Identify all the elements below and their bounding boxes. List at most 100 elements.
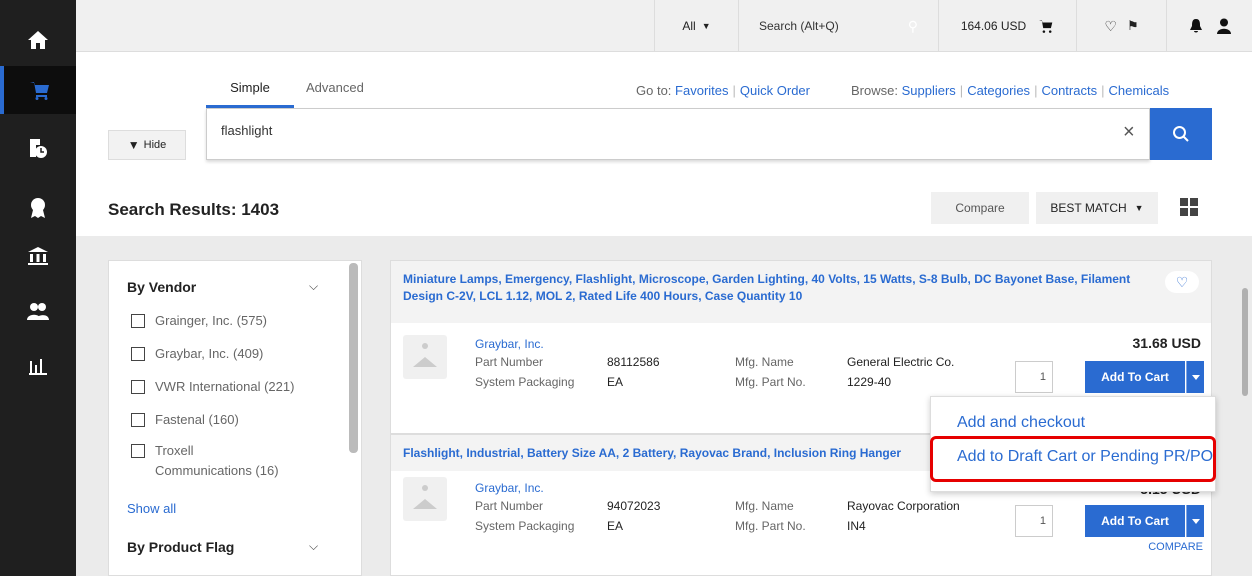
analytics-icon[interactable] (0, 342, 76, 390)
product-title[interactable]: Miniature Lamps, Emergency, Flashlight, … (391, 261, 1211, 323)
tab-advanced[interactable]: Advanced (306, 80, 364, 105)
orders-history-icon[interactable] (0, 124, 76, 172)
browse-suppliers-link[interactable]: Suppliers (902, 83, 956, 98)
goto-quick-order-link[interactable]: Quick Order (740, 83, 810, 98)
filter-icon: ▼ (127, 138, 140, 152)
checkbox[interactable] (131, 444, 145, 458)
search-query: flashlight (221, 123, 273, 138)
search-scope-value: All (682, 19, 696, 33)
packaging-label: System Packaging (475, 375, 575, 389)
product-image-placeholder (403, 335, 447, 379)
user-icon[interactable] (1216, 18, 1231, 34)
hide-filters-button[interactable]: ▼ Hide (108, 130, 186, 160)
mfg-part-value: IN4 (847, 519, 866, 533)
award-icon[interactable] (0, 184, 76, 232)
packaging-value: EA (607, 375, 624, 389)
quantity-input[interactable]: 1 (1015, 361, 1053, 393)
product-price: 31.68 USD (1132, 335, 1201, 351)
home-icon[interactable] (0, 16, 76, 64)
cart-icon[interactable] (1038, 19, 1054, 33)
part-number-value: 88112586 (607, 355, 660, 369)
product-image-placeholder (403, 477, 447, 521)
mfg-name-value: General Electric Co. (847, 355, 955, 369)
page-scrollbar[interactable] (1242, 288, 1248, 396)
vendor-option[interactable]: Troxell Communications (16) (131, 441, 291, 481)
chevron-down-icon[interactable]: ⌵ (309, 539, 318, 554)
clear-search-icon[interactable]: × (1123, 121, 1135, 144)
mfg-name-value: Rayovac Corporation (847, 499, 960, 513)
checkbox[interactable] (131, 413, 145, 427)
vendor-filter-heading[interactable]: By Vendor (127, 279, 196, 295)
mfg-part-label: Mfg. Part No. (735, 519, 806, 533)
vendor-option[interactable]: Graybar, Inc. (409) (131, 344, 331, 364)
quantity-input[interactable]: 1 (1015, 505, 1053, 537)
part-number-value: 94072023 (607, 499, 661, 513)
chevron-down-icon[interactable]: ⌵ (309, 279, 318, 294)
show-all-vendors-link[interactable]: Show all (127, 501, 176, 516)
shop-cart-icon[interactable] (0, 66, 76, 114)
heart-icon[interactable]: ♡ (1104, 18, 1117, 35)
compare-link[interactable]: COMPARE (1148, 541, 1203, 553)
checkbox[interactable] (131, 380, 145, 394)
vendor-option-label: Fastenal (160) (155, 412, 239, 427)
heart-icon[interactable]: ♡ (1165, 271, 1199, 293)
caret-down-icon (1191, 374, 1200, 380)
cart-options-toggle[interactable] (1186, 361, 1204, 393)
highlight-box (930, 436, 1216, 482)
packaging-value: EA (607, 519, 624, 533)
product-search-input[interactable]: flashlight × (206, 108, 1150, 160)
cart-summary[interactable]: 164.06 USD (938, 0, 1076, 52)
browse-categories-link[interactable]: Categories (967, 83, 1030, 98)
bank-icon[interactable] (0, 232, 76, 280)
chevron-down-icon: ▼ (1134, 203, 1144, 213)
vendor-option[interactable]: Fastenal (160) (131, 410, 331, 430)
compare-button[interactable]: Compare (931, 192, 1029, 224)
browse-chemicals-link[interactable]: Chemicals (1108, 83, 1169, 98)
product-flag-filter-heading[interactable]: By Product Flag (127, 539, 234, 555)
part-number-label: Part Number (475, 499, 544, 513)
bell-icon[interactable] (1189, 18, 1203, 34)
part-number-label: Part Number (475, 355, 544, 369)
chevron-down-icon: ▼ (701, 21, 711, 31)
add-to-cart-button[interactable]: Add To Cart (1085, 361, 1185, 393)
goto-favorites-link[interactable]: Favorites (675, 83, 728, 98)
mfg-name-label: Mfg. Name (735, 499, 794, 513)
goto-label: Go to: (636, 83, 672, 98)
sort-dropdown[interactable]: BEST MATCH ▼ (1036, 192, 1158, 224)
hide-filters-label: Hide (143, 139, 167, 151)
search-scope-select[interactable]: All ▼ (654, 0, 738, 52)
mfg-part-label: Mfg. Part No. (735, 375, 806, 389)
main-content: Simple Advanced Go to: Favorites | Quick O… (76, 52, 1252, 576)
results-count-title: Search Results: 1403 (108, 200, 280, 219)
cart-options-toggle[interactable] (1186, 505, 1204, 537)
grid-view-icon[interactable] (1180, 198, 1198, 216)
filter-scrollbar[interactable] (349, 263, 358, 453)
vendor-option[interactable]: Grainger, Inc. (575) (131, 311, 331, 331)
mfg-name-label: Mfg. Name (735, 355, 794, 369)
flag-icon[interactable]: ⚑ (1127, 18, 1139, 34)
checkbox[interactable] (131, 314, 145, 328)
vendor-option[interactable]: VWR International (221) (131, 377, 331, 397)
user-actions (1166, 0, 1252, 52)
product-vendor-link[interactable]: Graybar, Inc. (475, 337, 544, 351)
packaging-label: System Packaging (475, 519, 575, 533)
global-search-placeholder: Search (Alt+Q) (759, 19, 839, 33)
global-search-field[interactable]: Search (Alt+Q) ⚲ (738, 0, 938, 52)
browse-label: Browse: (851, 83, 898, 98)
caret-down-icon (1191, 518, 1200, 524)
search-icon (1173, 126, 1189, 142)
sidebar-nav (0, 0, 76, 576)
checkbox[interactable] (131, 347, 145, 361)
browse-contracts-link[interactable]: Contracts (1041, 83, 1097, 98)
favorites-flags: ♡ ⚑ (1076, 0, 1166, 52)
browse-links: Browse: Suppliers | Categories | Contracts | C… (851, 83, 1170, 98)
add-and-checkout-item[interactable]: Add and checkout (957, 414, 1085, 432)
search-submit-button[interactable] (1150, 108, 1212, 160)
tab-simple[interactable]: Simple (206, 80, 294, 108)
vendor-option-label: Troxell Communications (16) (155, 443, 279, 478)
product-vendor-link[interactable]: Graybar, Inc. (475, 481, 544, 495)
search-icon[interactable]: ⚲ (908, 18, 918, 35)
users-icon[interactable] (0, 288, 76, 336)
mfg-part-value: 1229-40 (847, 375, 892, 389)
add-to-cart-button[interactable]: Add To Cart (1085, 505, 1185, 537)
